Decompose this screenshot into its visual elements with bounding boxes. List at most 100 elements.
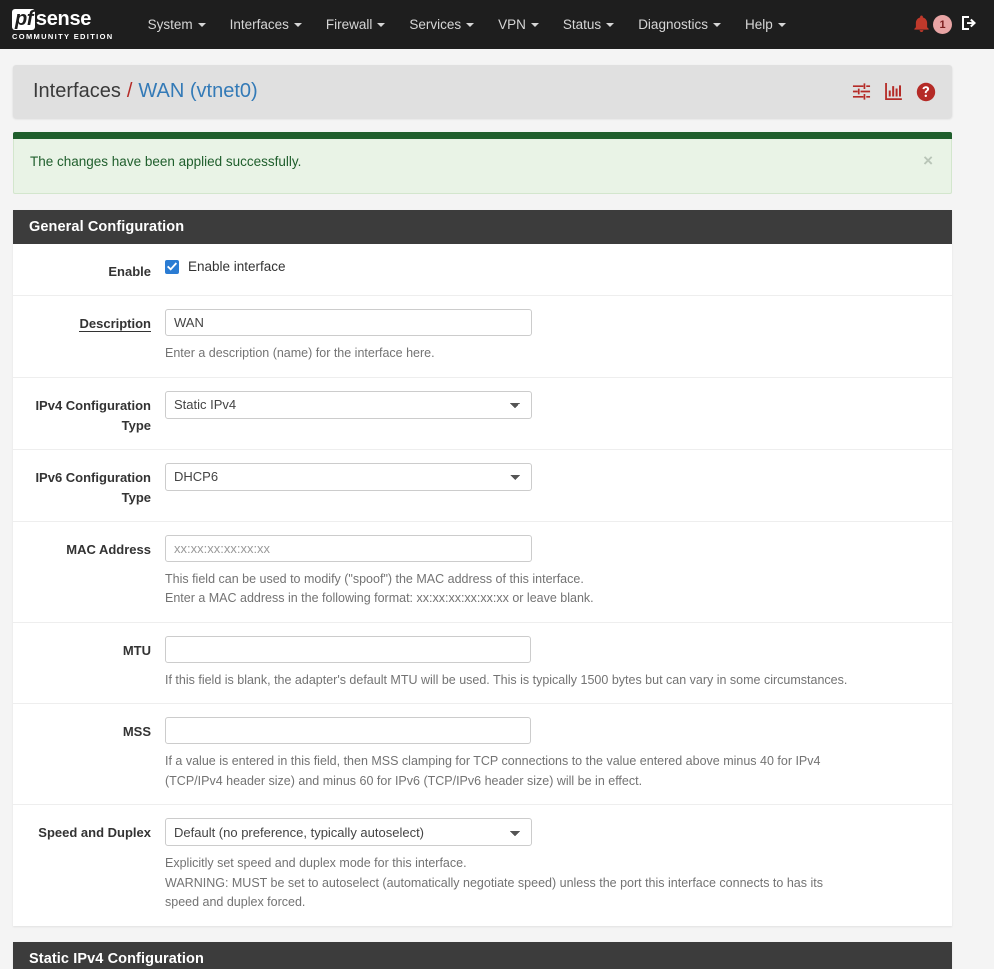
logo-pf-text: pf [12,9,35,30]
settings-sliders-icon[interactable] [852,82,871,101]
alert-accent-bar [13,132,952,139]
field-ipv6-config-type: DHCP6 [165,463,952,491]
ipv4-config-type-select[interactable]: Static IPv4 [165,391,532,419]
label-speed-duplex: Speed and Duplex [13,818,165,843]
logo-subtitle: COMMUNITY EDITION [12,32,114,41]
mac-address-input[interactable] [165,535,532,562]
help-icon[interactable] [916,82,936,102]
nav-item-status[interactable]: Status [551,0,626,49]
label-description-text: Description [79,316,151,332]
field-ipv4-config-type: Static IPv4 [165,391,952,419]
row-mss: MSS If a value is entered in this field,… [13,704,952,805]
logout-button[interactable] [960,14,978,35]
enable-interface-label: Enable interface [188,259,286,274]
field-speed-duplex: Default (no preference, typically autose… [165,818,952,913]
nav-label-diagnostics: Diagnostics [638,17,708,32]
nav-item-interfaces[interactable]: Interfaces [218,0,314,49]
alert-body: The changes have been applied successful… [13,139,952,194]
speed-duplex-help: Explicitly set speed and duplex mode for… [165,854,938,913]
speed-duplex-select[interactable]: Default (no preference, typically autose… [165,818,532,846]
label-mac-address: MAC Address [13,535,165,560]
enable-interface-checkbox-row[interactable]: Enable interface [165,257,938,274]
general-configuration-title: General Configuration [13,210,952,244]
static-ipv4-configuration-panel: Static IPv4 Configuration IPv4 Address /… [13,942,952,969]
mac-address-help-line1: This field can be used to modify ("spoof… [165,570,938,590]
mss-input[interactable] [165,717,531,744]
label-mtu: MTU [13,636,165,661]
notification-badge: 1 [933,15,952,34]
nav-item-system[interactable]: System [136,0,218,49]
alert-message: The changes have been applied successful… [30,154,301,169]
speed-duplex-help-line2: WARNING: MUST be set to autoselect (auto… [165,874,938,894]
nav-label-status: Status [563,17,601,32]
navbar-right-actions: 1 [914,14,984,35]
label-ipv4-config-type: IPv4 Configuration Type [13,391,165,436]
logout-icon [960,14,978,35]
header-actions [852,82,936,102]
mss-help-line2: (TCP/IPv4 header size) and minus 60 for … [165,772,938,792]
row-ipv6-config-type: IPv6 Configuration Type DHCP6 [13,450,952,522]
label-mss: MSS [13,717,165,742]
field-enable: Enable interface [165,257,952,274]
row-speed-duplex: Speed and Duplex Default (no preference,… [13,805,952,926]
label-enable: Enable [13,257,165,282]
mac-address-help-line2: Enter a MAC address in the following for… [165,589,938,609]
mac-address-help: This field can be used to modify ("spoof… [165,570,938,609]
chevron-down-icon [294,23,302,27]
nav-label-services: Services [409,17,461,32]
field-mac-address: This field can be used to modify ("spoof… [165,535,952,609]
mss-help-line1: If a value is entered in this field, the… [165,752,938,772]
row-ipv4-config-type: IPv4 Configuration Type Static IPv4 [13,378,952,450]
label-ipv4-config-type-line1: IPv4 Configuration [13,396,151,416]
close-icon[interactable]: × [923,154,933,168]
nav-item-help[interactable]: Help [733,0,798,49]
navbar-menu: System Interfaces Firewall Services VPN … [136,0,798,49]
nav-item-firewall[interactable]: Firewall [314,0,398,49]
notifications-button[interactable]: 1 [914,15,952,35]
chevron-down-icon [606,23,614,27]
general-configuration-body: Enable Enable interface Description Ente… [13,244,952,926]
breadcrumb-separator: / [127,80,133,103]
row-mtu: MTU If this field is blank, the adapter'… [13,623,952,705]
nav-label-interfaces: Interfaces [230,17,289,32]
chevron-down-icon [531,23,539,27]
nav-label-system: System [148,17,193,32]
nav-item-services[interactable]: Services [397,0,486,49]
nav-label-vpn: VPN [498,17,526,32]
mtu-input[interactable] [165,636,531,663]
breadcrumb-current[interactable]: WAN (vtnet0) [138,80,257,103]
chevron-down-icon [377,23,385,27]
speed-duplex-help-line3: speed and duplex forced. [165,893,938,913]
chevron-down-icon [778,23,786,27]
pfsense-logo[interactable]: pf sense COMMUNITY EDITION [6,9,114,41]
enable-interface-checkbox[interactable] [165,260,179,274]
main-navbar: pf sense COMMUNITY EDITION System Interf… [0,0,994,49]
label-ipv4-config-type-line2: Type [13,416,151,436]
speed-duplex-help-line1: Explicitly set speed and duplex mode for… [165,854,938,874]
ipv6-config-type-select[interactable]: DHCP6 [165,463,532,491]
logo-wordmark: pf sense [12,9,114,30]
row-mac-address: MAC Address This field can be used to mo… [13,522,952,623]
chevron-down-icon [198,23,206,27]
nav-item-diagnostics[interactable]: Diagnostics [626,0,733,49]
field-mtu: If this field is blank, the adapter's de… [165,636,952,691]
page-header: Interfaces / WAN (vtnet0) [13,65,952,118]
field-description: Enter a description (name) for the inter… [165,309,952,364]
bar-chart-icon[interactable] [884,82,903,101]
label-ipv6-config-type-line2: Type [13,488,151,508]
label-description[interactable]: Description [13,309,165,334]
nav-label-firewall: Firewall [326,17,373,32]
breadcrumb-root: Interfaces [33,80,121,103]
description-help: Enter a description (name) for the inter… [165,344,938,364]
description-input[interactable] [165,309,532,336]
field-mss: If a value is entered in this field, the… [165,717,952,791]
nav-item-vpn[interactable]: VPN [486,0,551,49]
success-alert: The changes have been applied successful… [13,132,952,194]
row-description: Description Enter a description (name) f… [13,296,952,378]
chevron-down-icon [466,23,474,27]
label-ipv6-config-type: IPv6 Configuration Type [13,463,165,508]
static-ipv4-configuration-title: Static IPv4 Configuration [13,942,952,969]
chevron-down-icon [713,23,721,27]
bell-icon [914,15,929,35]
row-enable: Enable Enable interface [13,244,952,296]
